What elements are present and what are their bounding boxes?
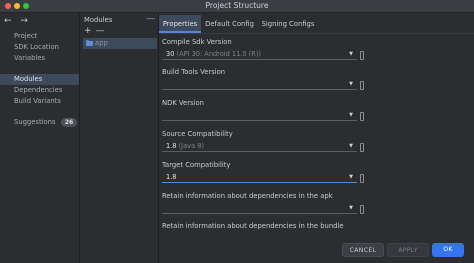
retain-apk-input[interactable] xyxy=(162,203,357,214)
module-toolbar: +— xyxy=(84,26,109,36)
retain-apk-label: Retain information about dependencies in… xyxy=(162,192,333,200)
nav-item-suggestions[interactable]: Suggestions 26 xyxy=(0,117,79,128)
project-structure-window: Project Structure ← → Project SDK Locati… xyxy=(0,0,474,263)
chevron-down-icon[interactable]: ▼ xyxy=(347,49,355,60)
tab-properties[interactable]: Properties xyxy=(159,15,201,33)
source-compat-value: 1.8 xyxy=(166,142,177,150)
chevron-down-icon[interactable]: ▼ xyxy=(347,203,355,214)
tab-signing-configs[interactable]: Signing Configs xyxy=(258,15,318,33)
suggestions-count-badge: 26 xyxy=(61,118,77,127)
target-compat-value: 1.8 xyxy=(166,173,177,181)
collapse-pane-icon[interactable]: — xyxy=(146,14,155,24)
chevron-down-icon[interactable]: ▼ xyxy=(347,79,355,90)
variable-marker-icon[interactable] xyxy=(360,205,364,214)
chevron-down-icon[interactable]: ▼ xyxy=(347,172,355,183)
properties-form: Compile Sdk Version 30 (API 30: Android … xyxy=(159,35,474,235)
source-compat-label: Source Compatibility xyxy=(162,130,233,138)
module-settings-panel: Properties Default Config Signing Config… xyxy=(159,13,474,263)
chevron-down-icon[interactable]: ▼ xyxy=(347,141,355,152)
nav-item-variables[interactable]: Variables xyxy=(0,53,79,64)
ndk-version-input[interactable] xyxy=(162,110,357,121)
source-compat-input[interactable]: 1.8 (Java 8) xyxy=(162,141,357,152)
nav-item-modules[interactable]: Modules xyxy=(0,74,79,85)
module-item-label: app xyxy=(95,39,108,47)
compile-sdk-input[interactable]: 30 (API 30: Android 11.0 (R)) xyxy=(162,49,357,60)
source-compat-hint: (Java 8) xyxy=(178,142,204,150)
nav-item-dependencies[interactable]: Dependencies xyxy=(0,85,79,96)
compile-sdk-label: Compile Sdk Version xyxy=(162,38,232,46)
build-tools-input[interactable] xyxy=(162,79,357,90)
folder-icon xyxy=(86,40,93,46)
ndk-version-label: NDK Version xyxy=(162,99,204,107)
module-item-app[interactable]: app xyxy=(83,38,157,49)
chevron-down-icon[interactable]: ▼ xyxy=(347,110,355,121)
add-module-icon[interactable]: + xyxy=(84,26,96,36)
dialog-buttons: CANCEL APPLY OK xyxy=(159,238,474,263)
retain-bundle-label: Retain information about dependencies in… xyxy=(162,222,344,230)
modules-pane: Modules — +— app xyxy=(80,13,159,263)
window-title: Project Structure xyxy=(205,1,269,10)
cancel-button[interactable]: CANCEL xyxy=(342,243,384,257)
tab-default-config[interactable]: Default Config xyxy=(203,15,256,33)
title-bar: Project Structure xyxy=(0,0,474,13)
remove-module-icon[interactable]: — xyxy=(96,26,109,36)
compile-sdk-value: 30 xyxy=(166,50,175,58)
ok-button[interactable]: OK xyxy=(432,243,464,257)
nav-arrows-icon[interactable]: ← → xyxy=(4,16,31,26)
target-compat-input[interactable]: 1.8 xyxy=(162,172,357,183)
target-compat-label: Target Compatibility xyxy=(162,161,231,169)
modules-header: Modules xyxy=(84,16,113,24)
nav-item-suggestions-label: Suggestions xyxy=(14,118,56,126)
variable-marker-icon[interactable] xyxy=(360,143,364,152)
variable-marker-icon[interactable] xyxy=(360,112,364,121)
nav-item-project[interactable]: Project xyxy=(0,31,79,42)
apply-button[interactable]: APPLY xyxy=(387,243,429,257)
variable-marker-icon[interactable] xyxy=(360,51,364,60)
variable-marker-icon[interactable] xyxy=(360,81,364,90)
nav-item-build-variants[interactable]: Build Variants xyxy=(0,96,79,107)
settings-tabs: Properties Default Config Signing Config… xyxy=(159,15,474,34)
variable-marker-icon[interactable] xyxy=(360,174,364,183)
left-navigation: ← → Project SDK Location Variables Modul… xyxy=(0,13,80,263)
build-tools-label: Build Tools Version xyxy=(162,68,226,76)
compile-sdk-hint: (API 30: Android 11.0 (R)) xyxy=(176,50,261,58)
nav-item-sdk-location[interactable]: SDK Location xyxy=(0,42,79,53)
